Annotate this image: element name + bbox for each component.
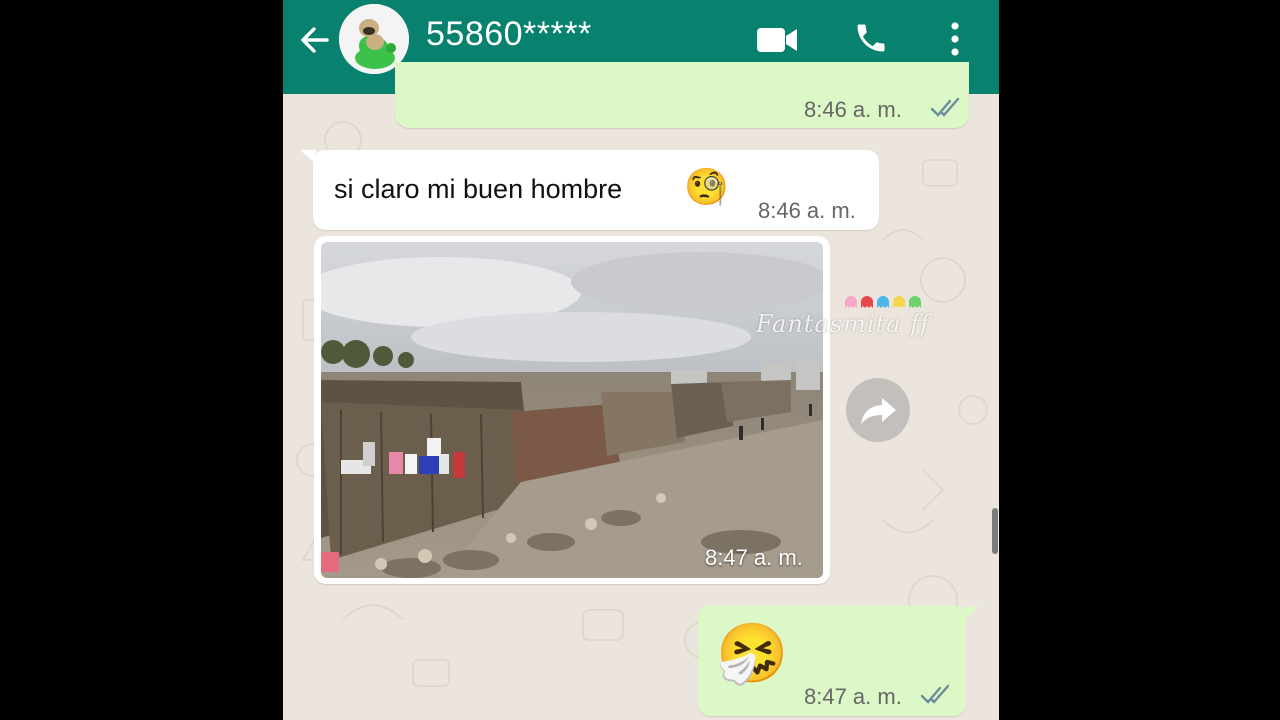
video-call-icon[interactable] xyxy=(756,25,798,55)
photo-image xyxy=(321,242,823,578)
forward-arrow-icon xyxy=(861,398,896,424)
bubble-tail xyxy=(300,150,316,164)
incoming-message-bubble[interactable]: si claro mi buen hombre 🧐 8:46 a. m. xyxy=(313,150,879,230)
forward-button[interactable] xyxy=(846,378,910,442)
monocle-face-emoji: 🧐 xyxy=(684,166,729,207)
ghost-icons-watermark xyxy=(845,296,921,308)
double-check-icon xyxy=(920,684,950,704)
bubble-tail xyxy=(964,606,980,620)
double-check-icon xyxy=(930,97,960,117)
watermark-text: Fantasmita ff xyxy=(756,310,930,338)
message-time: 8:47 a. m. xyxy=(804,684,902,709)
message-time: 8:46 a. m. xyxy=(804,97,902,122)
outgoing-message-bubble[interactable]: 8:46 a. m. xyxy=(395,62,969,128)
scrollbar[interactable] xyxy=(992,508,998,554)
message-text: si claro mi buen hombre xyxy=(334,174,623,204)
sneezing-face-emoji: 🤧 xyxy=(716,621,789,686)
back-arrow-icon[interactable] xyxy=(297,22,333,58)
voice-call-icon[interactable] xyxy=(853,20,889,56)
more-options-icon[interactable] xyxy=(948,20,962,58)
message-time: 8:46 a. m. xyxy=(758,198,856,223)
contact-name[interactable]: 55860***** xyxy=(426,15,592,54)
image-time: 8:47 a. m. xyxy=(705,545,803,570)
outgoing-message-bubble[interactable]: 🤧 8:47 a. m. xyxy=(698,606,966,716)
chat-screen: 55860***** 8:46 a. m. si claro mi buen h… xyxy=(283,0,999,720)
shared-photo-slum-street[interactable]: 8:47 a. m. xyxy=(321,242,823,578)
